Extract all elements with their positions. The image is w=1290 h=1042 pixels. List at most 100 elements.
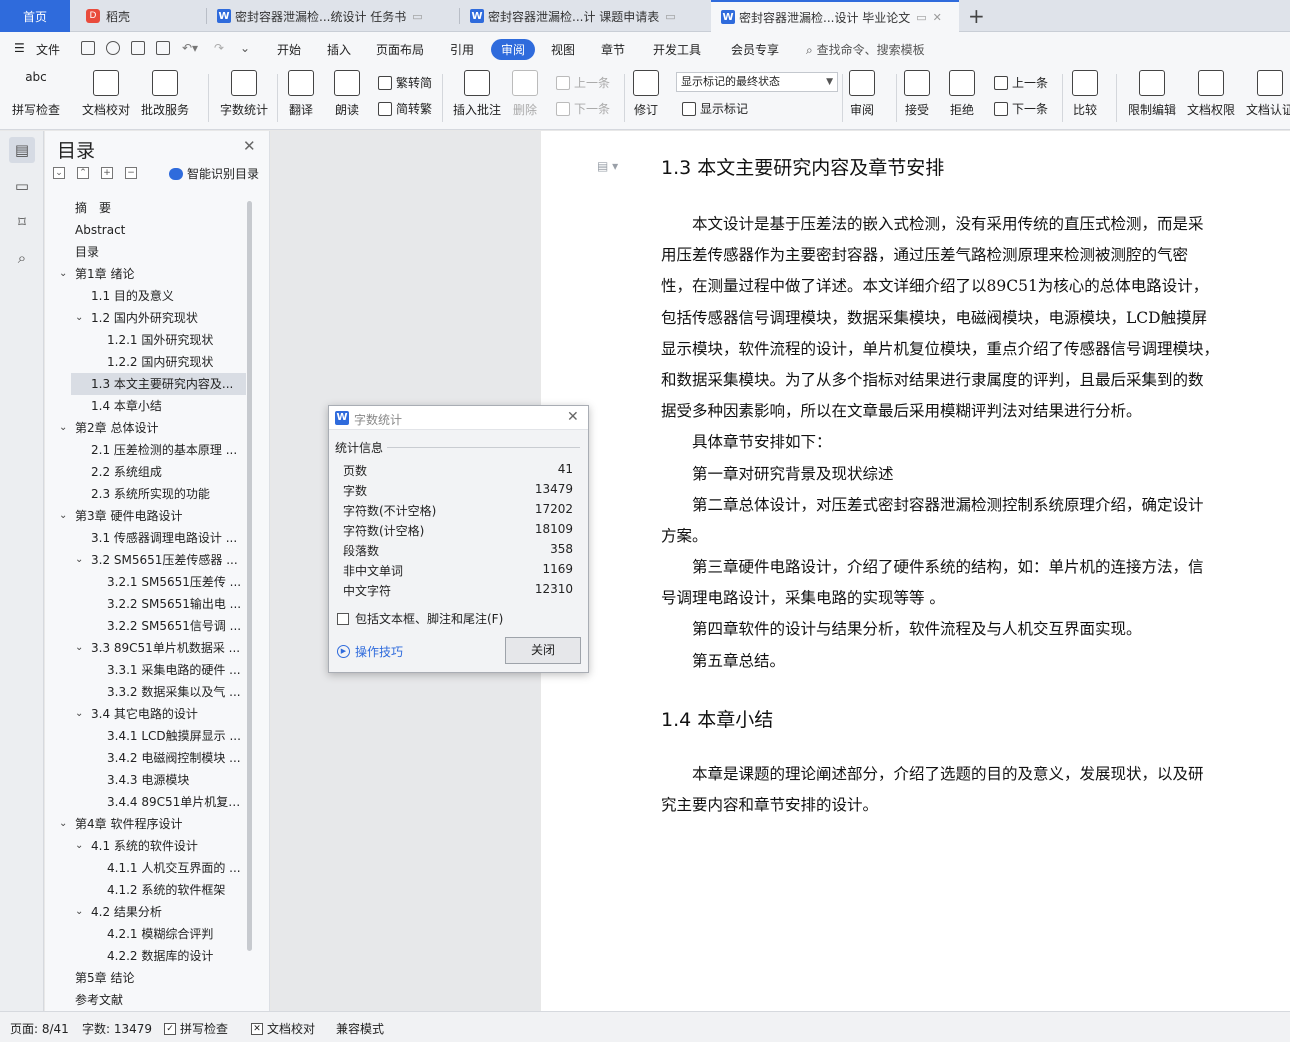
undo-icon[interactable]: ↶▾ — [182, 41, 198, 55]
toc-item[interactable]: 3.3.2 数据采集以及气 ... — [71, 681, 243, 703]
word-count-button[interactable]: 字数统计 — [220, 70, 268, 118]
close-icon[interactable]: ✕ — [567, 409, 579, 425]
accept-button[interactable]: 接受 — [904, 70, 930, 118]
expand-up-icon[interactable]: ⌃ — [77, 167, 89, 179]
redo-icon[interactable]: ↷ — [214, 41, 224, 55]
spellcheck-status[interactable]: ✓ 拼写检查 — [164, 1020, 228, 1037]
track-changes-button[interactable]: 修订 — [633, 70, 659, 118]
review-pane-button[interactable]: 审阅 — [849, 70, 875, 118]
promote-icon[interactable]: + — [101, 167, 113, 179]
dialog-header[interactable]: W 字数统计 ✕ — [329, 406, 588, 430]
close-button[interactable]: 关闭 — [505, 637, 581, 664]
read-aloud-button[interactable]: 朗读 — [334, 70, 360, 118]
print-icon[interactable] — [131, 41, 145, 55]
smart-toc-button[interactable]: 智能识别目录 — [169, 165, 259, 182]
toc-item[interactable]: 3.3.1 采集电路的硬件 ... — [71, 659, 243, 681]
menu-references[interactable]: 引用 — [450, 41, 474, 58]
demote-icon[interactable]: − — [125, 167, 137, 179]
customize-chevron-icon[interactable]: ⌄ — [240, 41, 250, 55]
doc-check-button[interactable]: 文档校对 — [82, 70, 130, 118]
print-preview-icon[interactable] — [156, 41, 170, 55]
word-count-indicator[interactable]: 字数: 13479 — [82, 1020, 152, 1037]
prev-change-button[interactable]: 上一条 — [994, 74, 1048, 91]
to-traditional-button[interactable]: 简转繁 — [378, 100, 432, 117]
toc-item[interactable]: 第4章 软件程序设计 — [71, 813, 243, 835]
prev-comment-button[interactable]: 上一条 — [556, 74, 610, 91]
toc-item[interactable]: 1.3 本文主要研究内容及... — [71, 373, 246, 395]
restrict-edit-button[interactable]: 限制编辑 — [1128, 70, 1176, 118]
toc-item[interactable]: 第2章 总体设计 — [71, 417, 243, 439]
delete-comment-button[interactable]: 删除 — [512, 70, 538, 118]
reject-button[interactable]: 拒绝 — [949, 70, 975, 118]
toc-item[interactable]: 1.1 目的及意义 — [71, 285, 243, 307]
toc-item[interactable]: 4.1 系统的软件设计 — [71, 835, 243, 857]
document-page[interactable]: ▤ ▾ 1.3 本文主要研究内容及章节安排 本文设计是基于压差法的嵌入式检测，没… — [541, 131, 1290, 1011]
tab-daoke[interactable]: D 稻壳 — [76, 0, 206, 32]
toc-item[interactable]: 3.4.3 电源模块 — [71, 769, 243, 791]
batch-service-button[interactable]: 批改服务 — [141, 70, 189, 118]
translate-button[interactable]: 翻译 — [288, 70, 314, 118]
toc-item[interactable]: 2.1 压差检测的基本原理 ... — [71, 439, 243, 461]
toc-item[interactable]: 4.2.1 模糊综合评判 — [71, 923, 243, 945]
toc-item[interactable]: 目录 — [71, 241, 243, 263]
toc-item[interactable]: 第5章 结论 — [71, 967, 243, 989]
toc-item[interactable]: 2.2 系统组成 — [71, 461, 243, 483]
next-comment-button[interactable]: 下一条 — [556, 100, 610, 117]
chevron-down-icon[interactable]: ⌄ — [59, 263, 67, 285]
toc-item[interactable]: 3.4.4 89C51单片机复 ... — [71, 791, 243, 813]
toc-item[interactable]: 3.2.2 SM5651信号调 ... — [71, 615, 243, 637]
toc-item[interactable]: 第3章 硬件电路设计 — [71, 505, 243, 527]
chevron-down-icon[interactable]: ⌄ — [59, 813, 67, 835]
toc-item[interactable]: 3.4.1 LCD触摸屏显示 ... — [71, 725, 243, 747]
doc-permission-button[interactable]: 文档权限 — [1187, 70, 1235, 118]
command-search[interactable]: ⌕ 查找命令、搜索模板 — [806, 41, 925, 58]
insert-comment-button[interactable]: 插入批注 — [453, 70, 501, 118]
chevron-down-icon[interactable]: ⌄ — [59, 505, 67, 527]
menu-layout[interactable]: 页面布局 — [376, 41, 424, 58]
menu-file[interactable]: 文件 — [36, 41, 60, 58]
toc-item[interactable]: 4.2.2 数据库的设计 — [71, 945, 243, 967]
menu-view[interactable]: 视图 — [551, 41, 575, 58]
toc-item[interactable]: 1.2 国内外研究现状 — [71, 307, 243, 329]
bookmark-icon[interactable]: ⌑ — [9, 209, 35, 235]
compare-button[interactable]: 比较 — [1072, 70, 1098, 118]
new-tab-button[interactable]: + — [968, 4, 985, 28]
show-markup-button[interactable]: 显示标记 — [682, 100, 748, 117]
doccheck-status[interactable]: ✕ 文档校对 — [251, 1020, 315, 1037]
menu-start[interactable]: 开始 — [277, 41, 301, 58]
toc-item[interactable]: 1.2.2 国内研究现状 — [71, 351, 243, 373]
tips-link[interactable]: ▶ 操作技巧 — [337, 643, 403, 660]
export-pdf-icon[interactable] — [106, 41, 120, 55]
close-icon[interactable]: ✕ — [243, 137, 256, 155]
collapse-all-icon[interactable]: ⌄ — [53, 167, 65, 179]
toc-item[interactable]: 3.1 传感器调理电路设计 ... — [71, 527, 243, 549]
page-options-icon[interactable]: ▤ ▾ — [597, 159, 618, 173]
toc-item[interactable]: 参考文献 — [71, 989, 243, 1007]
toc-item[interactable]: 3.2.1 SM5651压差传 ... — [71, 571, 243, 593]
doc-auth-button[interactable]: 文档认证 — [1246, 70, 1290, 118]
toc-item[interactable]: 3.2.2 SM5651输出电 ... — [71, 593, 243, 615]
toc-item[interactable]: 4.1.2 系统的软件框架 — [71, 879, 243, 901]
toc-item[interactable]: 3.3 89C51单片机数据采 ... — [71, 637, 243, 659]
toc-item[interactable]: Abstract — [71, 219, 243, 241]
spellcheck-button[interactable]: abc 拼写检查 — [12, 70, 60, 118]
toc-item[interactable]: 2.3 系统所实现的功能 — [71, 483, 243, 505]
toc-item[interactable]: 3.4 其它电路的设计 — [71, 703, 243, 725]
close-icon[interactable]: ✕ — [933, 11, 942, 24]
to-simplified-button[interactable]: 繁转简 — [378, 74, 432, 91]
chevron-down-icon[interactable]: ⌄ — [59, 417, 67, 439]
menu-member[interactable]: 会员专享 — [731, 41, 779, 58]
menu-developer[interactable]: 开发工具 — [653, 41, 701, 58]
toc-item[interactable]: 4.1.1 人机交互界面的 ... — [71, 857, 243, 879]
include-textbox-checkbox[interactable]: 包括文本框、脚注和尾注(F) — [337, 610, 503, 627]
chapter-nav-icon[interactable]: ▭ — [9, 173, 35, 199]
menu-insert[interactable]: 插入 — [327, 41, 351, 58]
toc-item[interactable]: 3.4.2 电磁阀控制模块 ... — [71, 747, 243, 769]
hamburger-icon[interactable]: ☰ — [14, 41, 25, 55]
tab-doc-application[interactable]: W 密封容器泄漏检...计 课题申请表 ▭ — [460, 0, 710, 32]
menu-review[interactable]: 审阅 — [491, 39, 536, 60]
toc-item[interactable]: 4.2 结果分析 — [71, 901, 243, 923]
toc-scrollbar[interactable] — [247, 201, 252, 951]
toc-item[interactable]: 第1章 绪论 — [71, 263, 243, 285]
toc-item[interactable]: 3.2 SM5651压差传感器 ... — [71, 549, 243, 571]
